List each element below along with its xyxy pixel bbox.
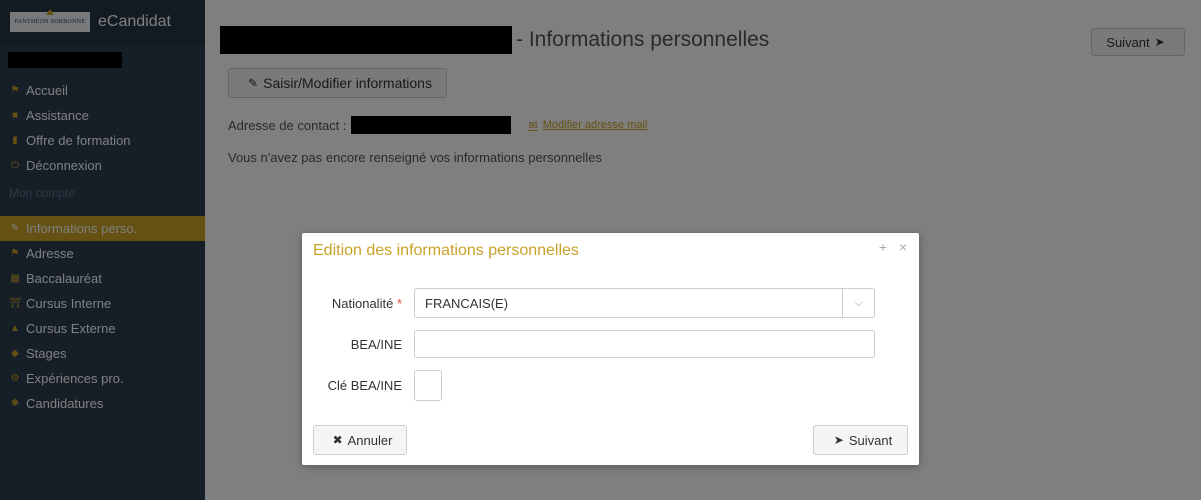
required-marker: * (396, 295, 402, 311)
nationality-label: Nationalité * (302, 296, 414, 311)
arrow-circle-right-icon: ➤ (833, 433, 844, 447)
chevron-down-icon[interactable]: ⌵ (842, 289, 874, 317)
personal-info-dialog: Edition des informations personnelles + … (302, 233, 919, 465)
dialog-title: Edition des informations personnelles (313, 242, 579, 259)
cancel-button[interactable]: ✖ Annuler (313, 425, 407, 455)
nationality-value: FRANCAIS(E) (425, 295, 509, 311)
bea-row: BEA/INE (302, 330, 875, 358)
nationality-select[interactable]: FRANCAIS(E) ⌵ (414, 288, 875, 318)
nationality-label-text: Nationalité (331, 295, 394, 311)
nationality-row: Nationalité * FRANCAIS(E) ⌵ (302, 288, 875, 318)
cancel-label: Annuler (347, 432, 393, 448)
maximize-icon[interactable]: + (879, 239, 887, 255)
bea-label: BEA/INE (350, 336, 402, 352)
dialog-header: Edition des informations personnelles + … (302, 233, 919, 265)
close-icon[interactable]: × (899, 239, 907, 255)
cle-label: Clé BEA/INE (327, 378, 402, 393)
cle-bea-ine-input[interactable] (414, 370, 442, 401)
bea-ine-input[interactable] (414, 330, 875, 358)
next-label: Suivant (848, 432, 893, 448)
close-icon: ✖ (332, 433, 343, 447)
next-button[interactable]: ➤ Suivant (813, 425, 908, 455)
cle-row: Clé BEA/INE (302, 370, 442, 401)
